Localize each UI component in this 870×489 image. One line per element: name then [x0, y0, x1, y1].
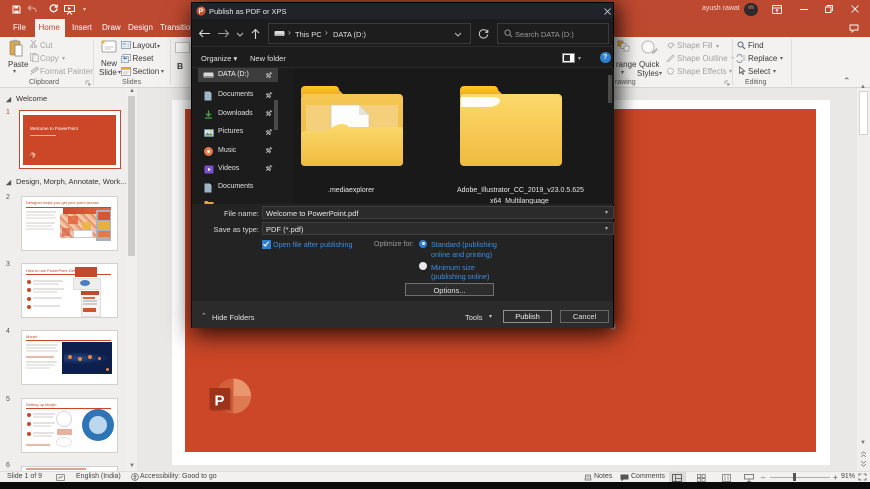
svg-text:P: P [214, 393, 224, 410]
svg-text:P: P [198, 9, 203, 16]
